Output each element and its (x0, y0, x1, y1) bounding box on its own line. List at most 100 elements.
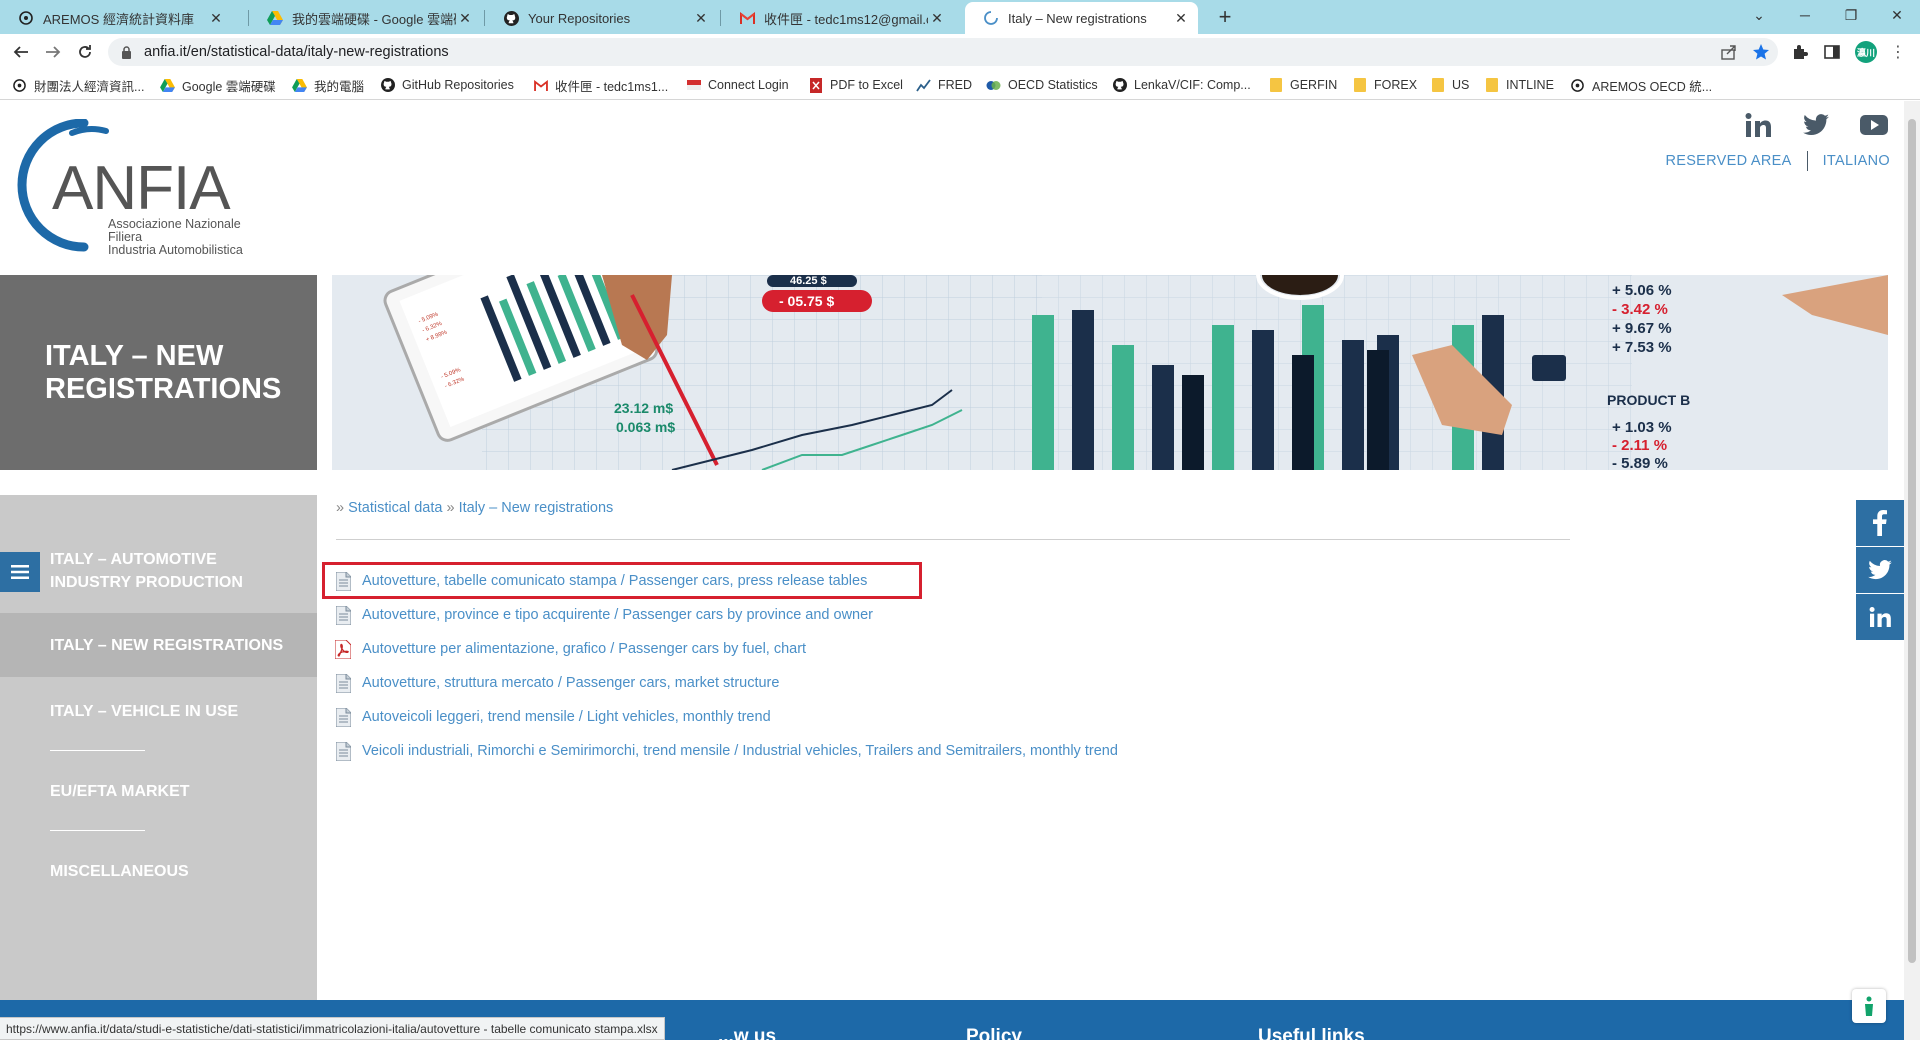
sidebar-item-eu-efta-market[interactable]: EU/EFTA MARKET (0, 771, 317, 811)
sidebar-item-vehicle-in-use[interactable]: ITALY – VEHICLE IN USE (0, 691, 317, 731)
bookmark-item[interactable]: Google 雲端硬碟 (160, 76, 276, 94)
extensions-icon[interactable] (1790, 42, 1810, 62)
lock-icon[interactable] (118, 44, 134, 60)
bookmark-item[interactable]: GitHub Repositories (380, 76, 514, 94)
footer-heading: Useful links (1258, 1026, 1365, 1040)
tab-github[interactable]: Your Repositories ✕ (485, 2, 718, 34)
bookmark-item[interactable]: AREMOS OECD 統... (1570, 76, 1712, 94)
bookmark-item[interactable]: OECD Statistics (986, 76, 1098, 94)
bookmark-item[interactable]: PDF to Excel (808, 76, 903, 94)
tab-label: Your Repositories (528, 10, 631, 26)
tab-search-icon[interactable]: ⌄ (1736, 0, 1782, 30)
spreadsheet-icon (334, 741, 352, 761)
breadcrumb: » Statistical data » Italy – New registr… (336, 500, 614, 516)
gmail-icon (533, 78, 548, 93)
folder-icon (1352, 78, 1367, 93)
browser-toolbar: anfia.it/en/statistical-data/italy-new-r… (0, 34, 1920, 70)
hero-figure: - 2.11 % (1612, 437, 1667, 454)
spreadsheet-icon (334, 605, 352, 625)
back-icon[interactable] (7, 38, 35, 66)
aremos-icon (12, 78, 27, 93)
file-link[interactable]: Autovetture, struttura mercato / Passeng… (334, 666, 1118, 700)
close-icon[interactable]: ✕ (928, 9, 946, 27)
new-tab-button[interactable]: + (1212, 6, 1238, 30)
sidebar-nav: ITALY – AUTOMOTIVE INDUSTRY PRODUCTION I… (0, 495, 317, 1001)
file-link-label: Autovetture, tabelle comunicato stampa /… (362, 573, 868, 589)
hero-banner-image: - 5.09% - 6.32% + 8.99% - 5.09% - 6.32% 46.… (332, 275, 1888, 470)
close-icon[interactable]: ✕ (456, 9, 474, 27)
bookmark-star-icon[interactable] (1751, 42, 1771, 62)
file-link[interactable]: Autoveicoli leggeri, trend mensile / Lig… (334, 700, 1118, 734)
file-link[interactable]: Autovetture, tabelle comunicato stampa /… (334, 564, 1118, 598)
file-link[interactable]: Autovetture, province e tipo acquirente … (334, 598, 1118, 632)
linkedin-share-icon[interactable] (1856, 594, 1904, 640)
tab-label: AREMOS 經濟統計資料庫 (43, 11, 194, 27)
scrollbar[interactable] (1904, 101, 1920, 1040)
hero-figure: + 9.67 % (1612, 320, 1672, 337)
bookmark-item[interactable]: 財團法人經濟資訊... (12, 76, 144, 94)
anfia-logo[interactable]: ANFIA Associazione Nazionale Filiera Ind… (14, 119, 244, 259)
bookmark-item[interactable]: Connect Login (686, 76, 789, 94)
bookmark-folder[interactable]: US (1430, 76, 1469, 94)
footer-heading: Policy (966, 1026, 1022, 1040)
top-links: RESERVED AREA ITALIANO (1665, 151, 1890, 171)
menu-icon[interactable]: ⋮ (1888, 42, 1908, 62)
page-viewport: ANFIA Associazione Nazionale Filiera Ind… (0, 101, 1920, 1040)
file-link[interactable]: Veicoli industriali, Rimorchi e Semirimo… (334, 734, 1118, 768)
google-drive-icon (160, 78, 175, 93)
hero-product-label: PRODUCT B (1607, 392, 1690, 408)
side-panel-icon[interactable] (1822, 42, 1842, 62)
logo-wordmark: ANFIA (52, 154, 231, 223)
minimize-icon[interactable]: ─ (1782, 0, 1828, 30)
scrollbar-thumb[interactable] (1908, 119, 1916, 963)
reserved-area-link[interactable]: RESERVED AREA (1665, 153, 1791, 169)
spreadsheet-icon (334, 571, 352, 591)
sidebar-item-automotive-production[interactable]: ITALY – AUTOMOTIVE INDUSTRY PRODUCTION (0, 541, 317, 601)
pdf-icon (334, 639, 352, 659)
tab-italy-new-registrations[interactable]: Italy – New registrations ✕ (965, 2, 1198, 34)
close-window-icon[interactable]: ✕ (1874, 0, 1920, 30)
address-bar[interactable]: anfia.it/en/statistical-data/italy-new-r… (108, 38, 1778, 66)
loading-icon (983, 10, 999, 26)
sidebar-item-new-registrations[interactable]: ITALY – NEW REGISTRATIONS (0, 613, 317, 677)
page-title: ITALY – NEW REGISTRATIONS (0, 275, 317, 470)
breadcrumb-current[interactable]: Italy – New registrations (459, 500, 614, 516)
hamburger-menu-icon[interactable] (0, 552, 40, 592)
language-switch-link[interactable]: ITALIANO (1823, 153, 1890, 169)
forward-icon[interactable] (39, 38, 67, 66)
bookmarks-bar: 財團法人經濟資訊... Google 雲端硬碟 我的電腦 GitHub Repo… (0, 70, 1920, 100)
close-icon[interactable]: ✕ (207, 9, 225, 27)
file-link[interactable]: Autovetture per alimentazione, grafico /… (334, 632, 1118, 666)
twitter-share-icon[interactable] (1856, 547, 1904, 593)
reload-icon[interactable] (71, 38, 99, 66)
twitter-icon[interactable] (1802, 111, 1830, 139)
footer-heading: ...w us (718, 1026, 777, 1040)
youtube-icon[interactable] (1860, 111, 1888, 139)
tab-label: 收件匣 - tedc1ms12@gmail.com (764, 11, 928, 27)
sidebar-item-miscellaneous[interactable]: MISCELLANEOUS (0, 851, 317, 891)
sidebar-item-label: MISCELLANEOUS (50, 862, 189, 880)
file-link-label: Veicoli industriali, Rimorchi e Semirimo… (362, 743, 1118, 759)
breadcrumb-link[interactable]: Statistical data (348, 500, 442, 516)
linkedin-icon[interactable] (1744, 111, 1772, 139)
bookmark-folder[interactable]: INTLINE (1484, 76, 1554, 94)
pdf-excel-icon (808, 77, 823, 93)
bookmark-item[interactable]: 我的電腦 (292, 76, 364, 94)
close-icon[interactable]: ✕ (692, 9, 710, 27)
bookmark-item[interactable]: LenkaV/CIF: Comp... (1112, 76, 1251, 94)
tab-gmail[interactable]: 收件匣 - tedc1ms12@gmail.com ✕ (721, 2, 954, 34)
tab-aremos[interactable]: AREMOS 經濟統計資料庫 ✕ (0, 2, 233, 34)
share-icon[interactable] (1719, 42, 1739, 62)
file-link-label: Autovetture, province e tipo acquirente … (362, 607, 874, 623)
accessibility-icon[interactable] (1852, 989, 1886, 1023)
restore-icon[interactable]: ❐ (1828, 0, 1874, 30)
close-icon[interactable]: ✕ (1172, 9, 1190, 27)
bookmark-folder[interactable]: GERFIN (1268, 76, 1337, 94)
bookmark-item[interactable]: 收件匣 - tedc1ms1... (533, 76, 668, 94)
facebook-share-icon[interactable] (1856, 500, 1904, 546)
divider (336, 539, 1570, 540)
tab-google-drive[interactable]: 我的雲端硬碟 - Google 雲端硬碟 ✕ (249, 2, 482, 34)
profile-avatar[interactable]: 瀛川 (1855, 41, 1877, 63)
bookmark-folder[interactable]: FOREX (1352, 76, 1417, 94)
bookmark-item[interactable]: FRED (916, 76, 972, 94)
